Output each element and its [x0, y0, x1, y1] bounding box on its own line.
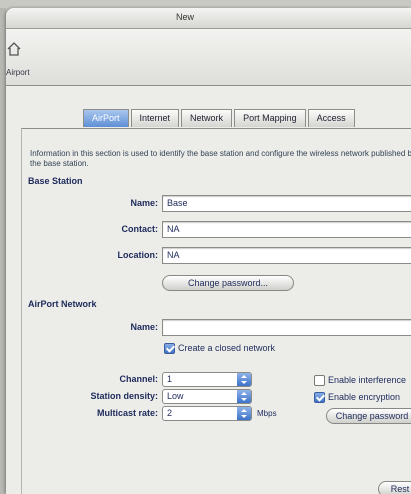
settings-pane: AirPort Internet Network Port Mapping Ac…: [21, 105, 411, 494]
multicast-rate-label: Multicast rate:: [96, 408, 158, 418]
contact-label: Contact:: [121, 224, 159, 234]
tab-bar: AirPort Internet Network Port Mapping Ac…: [83, 109, 357, 128]
popup-arrows-icon: [237, 407, 251, 420]
home-icon[interactable]: [6, 41, 22, 57]
tab-internet[interactable]: Internet: [130, 109, 180, 127]
network-name-field[interactable]: [162, 319, 411, 336]
station-density-popup[interactable]: Low: [162, 389, 252, 404]
toolbar: Airport: [6, 29, 411, 86]
closed-network-label: Create a closed network: [178, 343, 276, 353]
airport-admin-window: New Airport AirPort Internet Network Por…: [6, 8, 411, 494]
network-name-label: Name:: [130, 322, 158, 332]
contact-field[interactable]: NA: [162, 221, 411, 238]
popup-arrows-icon: [237, 373, 251, 386]
encryption-label: Enable encryption: [328, 392, 401, 402]
station-density-value: Low: [167, 391, 184, 401]
interference-label: Enable interference: [328, 375, 407, 385]
tab-access[interactable]: Access: [307, 109, 355, 127]
base-station-name-field[interactable]: Base: [162, 195, 411, 212]
location-field[interactable]: NA: [162, 247, 411, 264]
channel-popup[interactable]: 1: [162, 372, 252, 387]
airport-network-heading: AirPort Network: [28, 299, 97, 309]
multicast-rate-value: 2: [167, 408, 173, 418]
channel-value: 1: [167, 374, 173, 384]
interference-checkbox[interactable]: [314, 375, 325, 386]
name-label: Name:: [130, 198, 158, 208]
title-bar[interactable]: New: [6, 8, 411, 29]
tab-port-mapping[interactable]: Port Mapping: [234, 109, 306, 127]
network-change-password-button[interactable]: Change password: [326, 408, 411, 424]
base-station-heading: Base Station: [28, 176, 83, 186]
window-title: New: [176, 12, 195, 22]
popup-arrows-icon: [237, 390, 251, 403]
multicast-unit: Mbps: [257, 409, 277, 418]
change-password-button[interactable]: Change password...: [162, 275, 294, 291]
restore-button[interactable]: Rest: [378, 481, 411, 494]
toolbar-home-label: Airport: [6, 68, 30, 77]
tab-network[interactable]: Network: [181, 109, 233, 127]
tab-airport[interactable]: AirPort: [83, 109, 129, 127]
multicast-rate-popup[interactable]: 2: [162, 406, 252, 421]
station-density-label: Station density:: [90, 391, 158, 401]
location-label: Location:: [117, 250, 159, 260]
encryption-checkbox[interactable]: [314, 392, 325, 403]
tab-content: Information in this section is used to i…: [21, 128, 411, 494]
closed-network-checkbox[interactable]: [164, 343, 175, 354]
channel-label: Channel:: [119, 374, 158, 384]
section-description: Information in this section is used to i…: [30, 149, 411, 168]
